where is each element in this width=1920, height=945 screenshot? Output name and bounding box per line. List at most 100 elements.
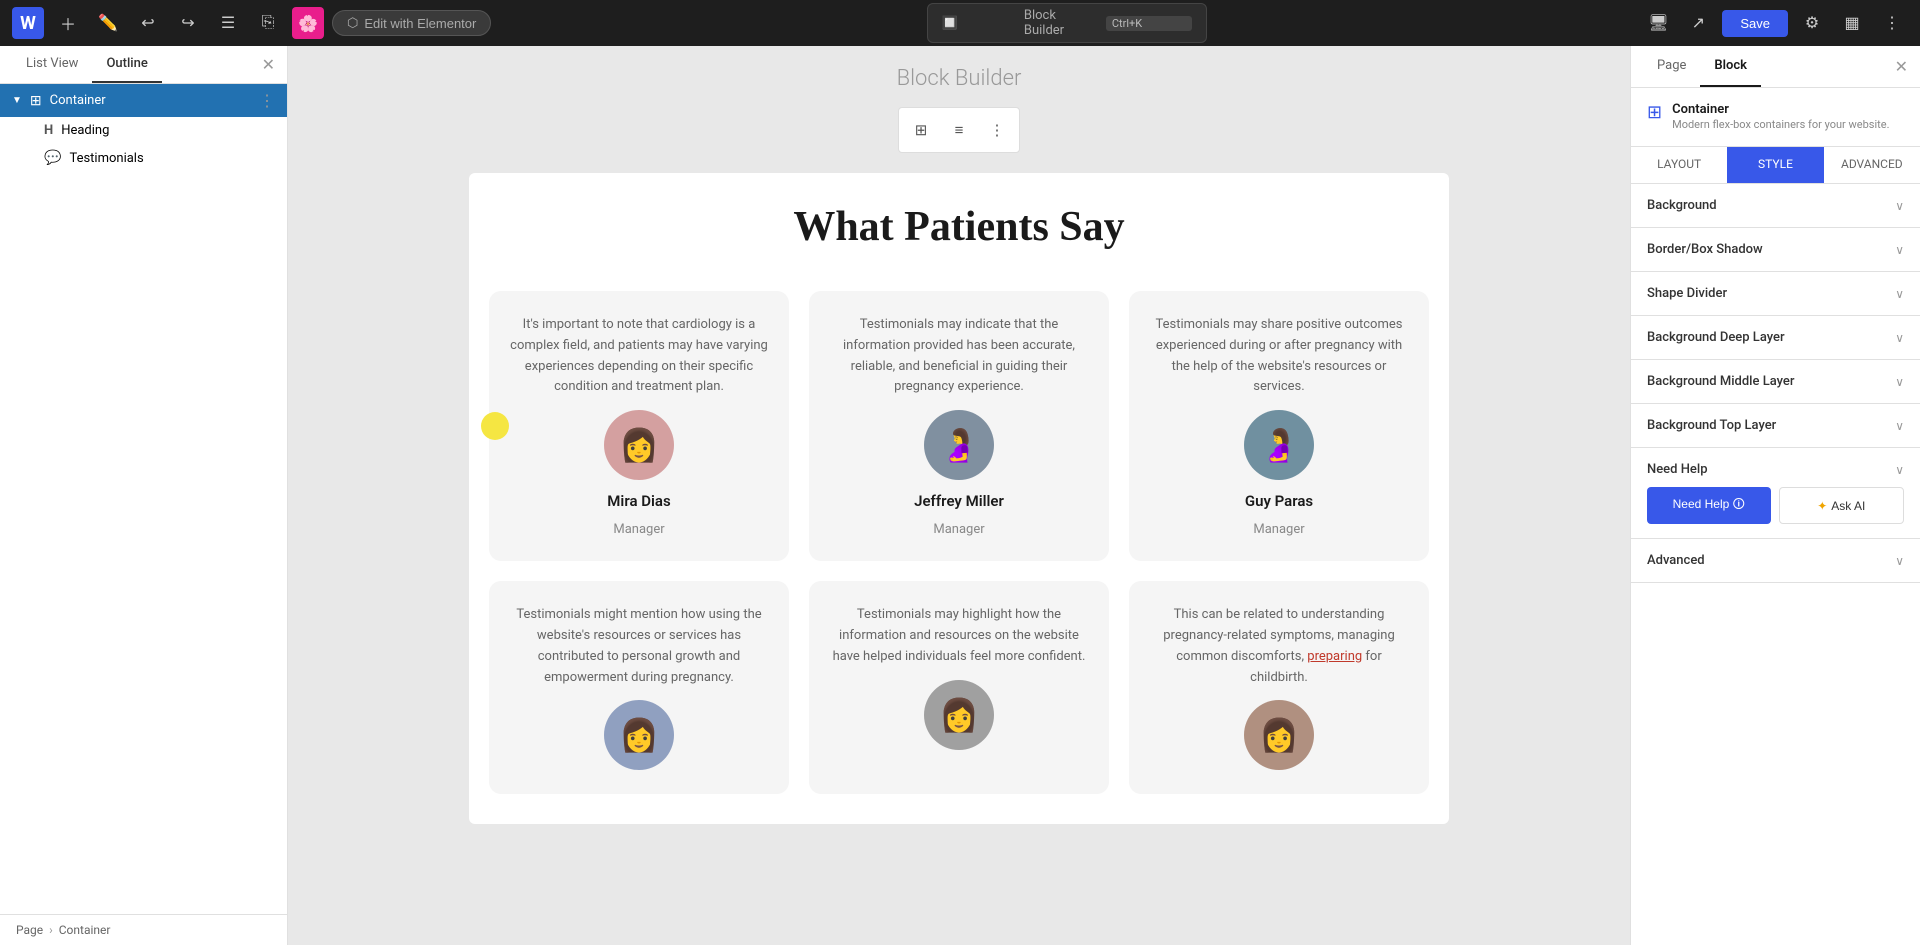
testimonials-label: Testimonials — [69, 151, 279, 166]
undo-icon[interactable]: ↩ — [132, 7, 164, 39]
topbar-center: 🔲 Block Builder Ctrl+K — [499, 3, 1634, 43]
wp-logo-icon[interactable]: W — [12, 7, 44, 39]
search-placeholder: Block Builder — [1024, 8, 1098, 38]
panel-toggle-icon[interactable]: ▦ — [1836, 7, 1868, 39]
testimonials-grid: It's important to note that cardiology i… — [489, 291, 1429, 794]
copy-icon[interactable]: ⎘ — [252, 7, 284, 39]
main-layout: List View Outline ✕ ▼ ⊞ Container ⋮ H He… — [0, 46, 1920, 945]
accordion-bg-middle: Background Middle Layer ∨ — [1631, 360, 1920, 404]
breadcrumb: Page › Container — [0, 914, 287, 945]
more-icon[interactable]: ⋮ — [259, 91, 275, 110]
need-help-section: Need Help ∨ Need Help 🛈 ✦ Ask AI — [1631, 448, 1920, 539]
chevron-icon: ∨ — [1895, 554, 1904, 568]
right-close-icon[interactable]: ✕ — [1895, 57, 1908, 76]
pencil-icon[interactable]: ✏️ — [92, 7, 124, 39]
layout-icon[interactable]: ⊞ — [903, 112, 939, 148]
canvas: Block Builder ⊞ ≡ ⋮ What Patients Say It… — [288, 46, 1630, 945]
page-title: What Patients Say — [489, 203, 1429, 251]
avatar: 🤰 — [1244, 410, 1314, 480]
accordion-bg-deep: Background Deep Layer ∨ — [1631, 316, 1920, 360]
container-info: ⊞ Container Modern flex-box containers f… — [1631, 88, 1920, 147]
tab-layout[interactable]: LAYOUT — [1631, 147, 1727, 183]
tab-list-view[interactable]: List View — [12, 46, 92, 83]
responsive-icon[interactable]: 🖥 — [1642, 7, 1674, 39]
chevron-icon: ∨ — [1895, 243, 1904, 257]
testimonial-card: This can be related to understanding pre… — [1129, 581, 1429, 794]
chevron-icon: ∨ — [1895, 287, 1904, 301]
tab-advanced[interactable]: ADVANCED — [1824, 147, 1920, 183]
accordion-bg-deep-header[interactable]: Background Deep Layer ∨ — [1631, 316, 1920, 359]
testimonial-card: It's important to note that cardiology i… — [489, 291, 789, 561]
testimonial-text: This can be related to understanding pre… — [1149, 605, 1409, 688]
need-help-button[interactable]: Need Help 🛈 — [1647, 487, 1771, 524]
tree-item-container[interactable]: ▼ ⊞ Container ⋮ — [0, 84, 287, 117]
accordion-background-header[interactable]: Background ∨ — [1631, 184, 1920, 227]
accordion-bg-top: Background Top Layer ∨ — [1631, 404, 1920, 448]
menu-icon[interactable]: ☰ — [212, 7, 244, 39]
tab-page[interactable]: Page — [1643, 46, 1700, 87]
ask-ai-button[interactable]: ✦ Ask AI — [1779, 487, 1905, 524]
testimonial-name: Guy Paras — [1245, 492, 1313, 510]
accordion-bg-top-header[interactable]: Background Top Layer ∨ — [1631, 404, 1920, 447]
search-bar[interactable]: 🔲 Block Builder Ctrl+K — [927, 3, 1207, 43]
chevron-icon: ∨ — [1895, 419, 1904, 433]
style-tab-bar: LAYOUT STYLE ADVANCED — [1631, 147, 1920, 184]
testimonial-card: Testimonials may highlight how the infor… — [809, 581, 1109, 794]
settings-icon[interactable]: ⚙ — [1796, 7, 1828, 39]
elementor-icon: ⬡ — [347, 15, 358, 31]
border-label: Border/Box Shadow — [1647, 242, 1763, 257]
container-desc: Modern flex-box containers for your webs… — [1672, 117, 1889, 132]
bg-top-label: Background Top Layer — [1647, 418, 1776, 433]
canvas-page: What Patients Say It's important to note… — [469, 173, 1449, 824]
testimonial-text: Testimonials might mention how using the… — [509, 605, 769, 688]
accordion-border: Border/Box Shadow ∨ — [1631, 228, 1920, 272]
tab-block[interactable]: Block — [1700, 46, 1761, 87]
tree-item-testimonials[interactable]: 💬 Testimonials — [36, 144, 287, 172]
more-options-icon[interactable]: ⋮ — [1876, 7, 1908, 39]
avatar: 👩 — [1244, 700, 1314, 770]
more-block-icon[interactable]: ⋮ — [979, 112, 1015, 148]
save-button[interactable]: Save — [1722, 10, 1788, 37]
tab-style[interactable]: STYLE — [1727, 147, 1823, 183]
breadcrumb-root[interactable]: Page — [16, 923, 43, 937]
accordion-advanced-header[interactable]: Advanced ∨ — [1631, 539, 1920, 582]
need-help-text: Need Help — [1647, 462, 1708, 477]
plugin-icon[interactable]: 🌸 — [292, 7, 324, 39]
accordion-background: Background ∨ — [1631, 184, 1920, 228]
tree-item-heading[interactable]: H Heading — [36, 117, 287, 144]
testimonial-text: Testimonials may share positive outcomes… — [1149, 315, 1409, 398]
advanced-label: Advanced — [1647, 553, 1705, 568]
testimonial-text: Testimonials may indicate that the infor… — [829, 315, 1089, 398]
topbar-right: 🖥 ↗ Save ⚙ ▦ ⋮ — [1642, 7, 1908, 39]
yellow-dot — [481, 412, 509, 440]
chevron-down-icon: ▼ — [12, 95, 22, 106]
accordion-shape-divider: Shape Divider ∨ — [1631, 272, 1920, 316]
accordion-shape-divider-header[interactable]: Shape Divider ∨ — [1631, 272, 1920, 315]
accordion-bg-middle-header[interactable]: Background Middle Layer ∨ — [1631, 360, 1920, 403]
topbar-left: W ＋ ✏️ ↩ ↪ ☰ ⎘ 🌸 ⬡ Edit with Elementor — [12, 7, 491, 39]
accordion-border-header[interactable]: Border/Box Shadow ∨ — [1631, 228, 1920, 271]
sidebar-content: ▼ ⊞ Container ⋮ H Heading 💬 Testimonials — [0, 84, 287, 914]
tab-outline[interactable]: Outline — [92, 46, 161, 83]
add-button[interactable]: ＋ — [52, 7, 84, 39]
ai-star-icon: ✦ — [1817, 499, 1827, 513]
edit-with-elementor-button[interactable]: ⬡ Edit with Elementor — [332, 10, 491, 36]
external-icon[interactable]: ↗ — [1682, 7, 1714, 39]
preparing-link[interactable]: preparing — [1307, 649, 1362, 664]
page-title-section: What Patients Say — [489, 203, 1429, 251]
search-icon: 🔲 — [942, 16, 1016, 31]
testimonial-name: Jeffrey Miller — [914, 492, 1004, 510]
sidebar-close-icon[interactable]: ✕ — [262, 55, 275, 74]
help-buttons: Need Help 🛈 ✦ Ask AI — [1647, 487, 1904, 524]
testimonials-icon: 💬 — [44, 150, 61, 166]
right-sidebar: Page Block ✕ ⊞ Container Modern flex-box… — [1630, 46, 1920, 945]
bg-middle-label: Background Middle Layer — [1647, 374, 1794, 389]
ask-ai-label: Ask AI — [1831, 499, 1865, 513]
left-sidebar: List View Outline ✕ ▼ ⊞ Container ⋮ H He… — [0, 46, 288, 945]
align-icon[interactable]: ≡ — [941, 112, 977, 148]
breadcrumb-current: Container — [59, 923, 111, 937]
avatar: 👩 — [924, 680, 994, 750]
redo-icon[interactable]: ↪ — [172, 7, 204, 39]
chevron-icon: ∨ — [1895, 331, 1904, 345]
tree-item-label: Container — [50, 93, 251, 108]
